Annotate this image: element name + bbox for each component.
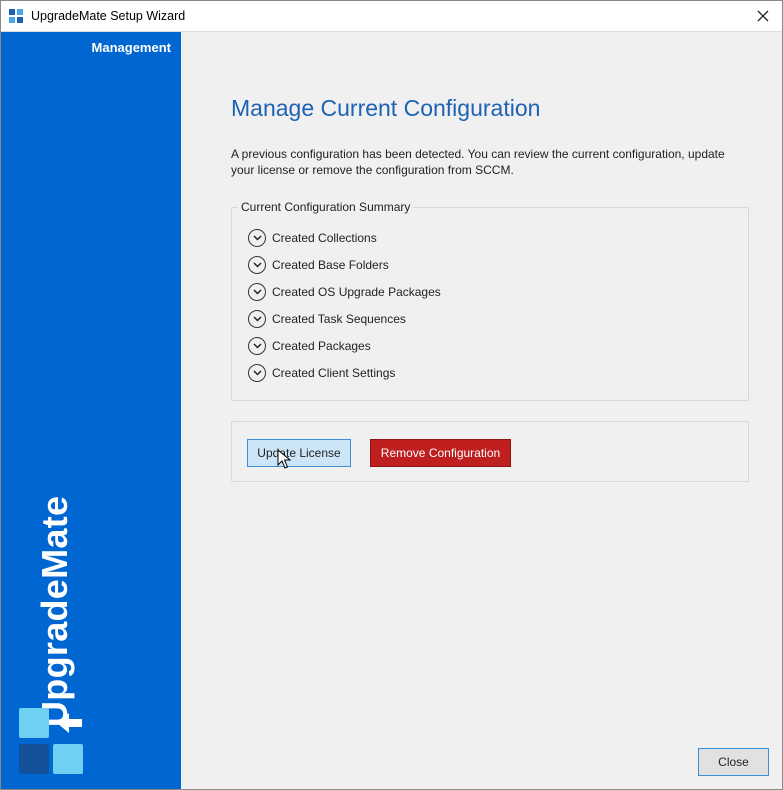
summary-item-label: Created Client Settings [272,366,396,380]
summary-item-label: Created OS Upgrade Packages [272,285,441,299]
chevron-down-icon [248,364,266,382]
summary-item-task-sequences[interactable]: Created Task Sequences [248,308,406,330]
chevron-down-icon [248,229,266,247]
summary-item-collections[interactable]: Created Collections [248,227,377,249]
chevron-down-icon [248,256,266,274]
chevron-down-icon [248,337,266,355]
summary-item-packages[interactable]: Created Packages [248,335,371,357]
close-button[interactable]: Close [698,748,769,776]
summary-item-label: Created Base Folders [272,258,389,272]
summary-item-label: Created Packages [272,339,371,353]
app-icon [9,9,23,23]
setup-wizard-window: UpgradeMate Setup Wizard Management Upgr… [0,0,783,790]
summary-item-label: Created Task Sequences [272,312,406,326]
upgrademate-logo-icon [19,708,83,774]
page-title: Manage Current Configuration [231,95,541,121]
close-icon [757,10,769,22]
update-license-button[interactable]: Update License [247,439,351,467]
configuration-summary-group: Current Configuration Summary Created Co… [231,200,749,401]
brand-name: UpgradeMate [34,495,75,727]
remove-configuration-button[interactable]: Remove Configuration [370,439,511,467]
sidebar-section-management: Management [91,40,171,55]
window-close-button[interactable] [744,1,782,31]
main-content: Manage Current Configuration A previous … [182,32,782,789]
title-bar: UpgradeMate Setup Wizard [1,1,782,32]
summary-item-os-upgrade-packages[interactable]: Created OS Upgrade Packages [248,281,441,303]
summary-item-label: Created Collections [272,231,377,245]
summary-legend: Current Configuration Summary [238,200,414,214]
page-description: A previous configuration has been detect… [231,147,725,177]
summary-item-base-folders[interactable]: Created Base Folders [248,254,389,276]
sidebar: Management UpgradeMate [1,32,181,789]
chevron-down-icon [248,283,266,301]
window-title: UpgradeMate Setup Wizard [31,9,186,23]
summary-item-client-settings[interactable]: Created Client Settings [248,362,395,384]
actions-group: Update License Remove Configuration [231,421,749,482]
chevron-down-icon [248,310,266,328]
